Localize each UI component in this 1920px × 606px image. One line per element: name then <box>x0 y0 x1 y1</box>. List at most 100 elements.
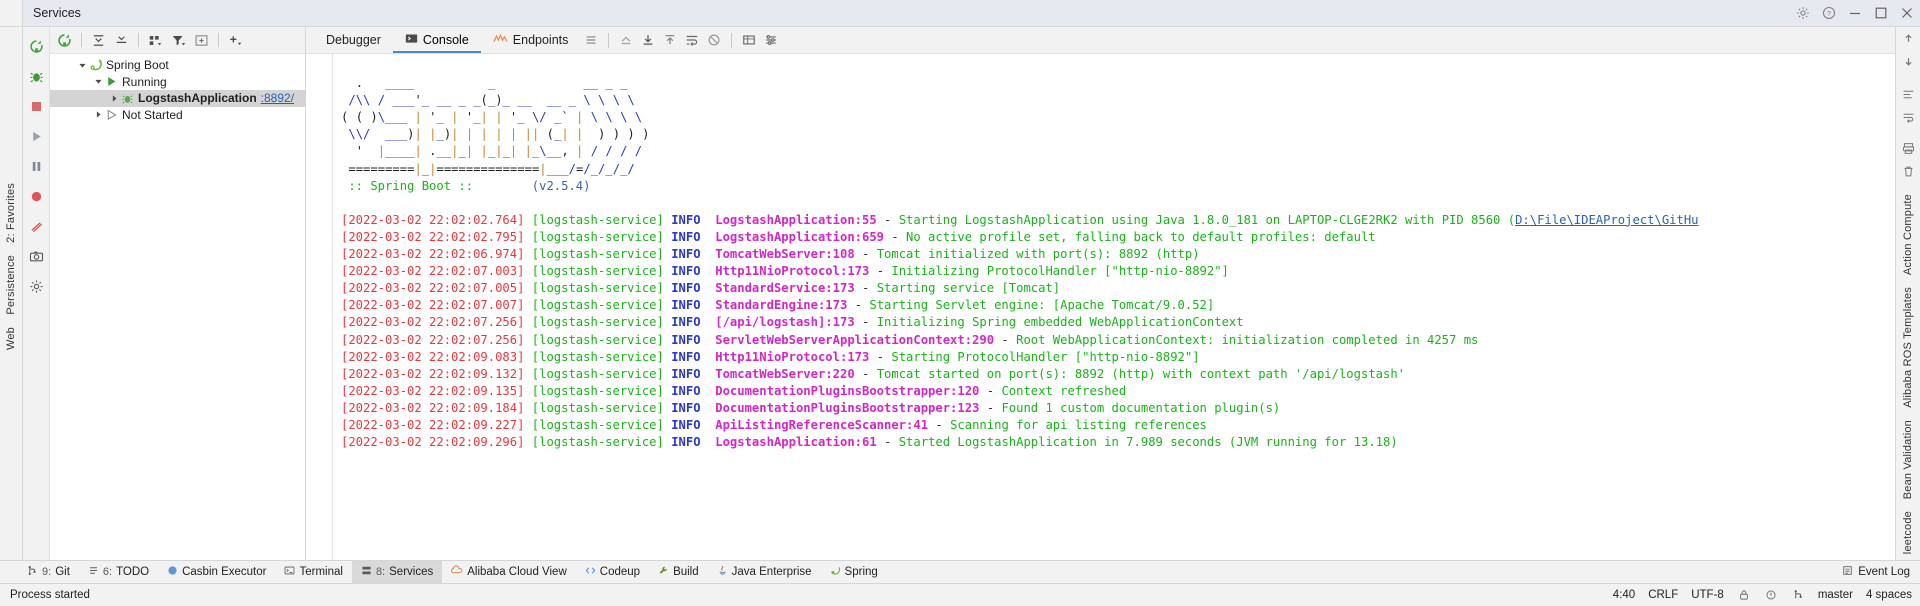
sidebar-item-action-compute[interactable]: Action Compute <box>1902 188 1914 281</box>
bottom-tab-alibaba-cloud-view[interactable]: Alibaba Cloud View <box>442 561 576 583</box>
status-bar-right: 4:40 CRLF UTF-8 master 4 spaces <box>1613 588 1912 602</box>
maximize-icon[interactable] <box>1873 6 1888 21</box>
event-log-button[interactable]: Event Log <box>1842 565 1910 579</box>
filter-icon[interactable] <box>168 30 189 50</box>
cancel-icon[interactable] <box>703 29 725 51</box>
tree-node-port-link[interactable]: :8892/ <box>261 91 294 105</box>
todo-icon <box>88 565 99 579</box>
layout-icon[interactable] <box>580 29 602 51</box>
chevron-down-icon[interactable] <box>76 61 88 70</box>
layout-icon[interactable] <box>1900 88 1916 101</box>
console-scroll[interactable]: . ____ _ __ _ _ /\\ / ___'_ __ _ _(_)_ _… <box>333 54 1895 560</box>
sidebar-item-persistence[interactable]: Persistence <box>0 249 22 321</box>
sidebar-item-bean-validation[interactable]: Bean Validation <box>1902 414 1914 505</box>
chevron-right-icon[interactable] <box>108 94 120 103</box>
bottom-tab-casbin-executor[interactable]: Casbin Executor <box>158 561 275 583</box>
expand-all-icon[interactable] <box>88 30 109 50</box>
pause-icon[interactable] <box>27 157 45 175</box>
sidebar-item-web[interactable]: Web <box>0 321 22 356</box>
services-toolbar <box>50 27 305 54</box>
debug-icon[interactable] <box>27 67 45 85</box>
camera-icon[interactable] <box>27 247 45 265</box>
resume-icon[interactable] <box>27 127 45 145</box>
console-tab-bar: Debugger Console Endpoints <box>306 27 1895 54</box>
scroll-up-icon[interactable] <box>659 29 681 51</box>
help-icon[interactable]: ? <box>1821 6 1836 21</box>
file-encoding[interactable]: UTF-8 <box>1691 589 1724 601</box>
not-started-icon <box>104 108 119 121</box>
tree-node-spring-boot[interactable]: Spring Boot <box>50 57 305 74</box>
scroll-down-icon[interactable] <box>637 29 659 51</box>
chevron-right-icon[interactable] <box>92 110 104 119</box>
inspection-icon[interactable] <box>1764 588 1778 602</box>
add-icon[interactable] <box>225 30 246 50</box>
tree-node-running[interactable]: Running <box>50 74 305 91</box>
bottom-tab-spring[interactable]: Spring <box>821 561 887 583</box>
rerun-icon[interactable] <box>54 30 75 50</box>
spring-icon <box>830 565 841 579</box>
tree-node-logstash-application[interactable]: LogstashApplication :8892/ <box>50 90 305 107</box>
run-actions-toolbar <box>23 27 50 560</box>
persistence-label: Persistence <box>5 254 17 315</box>
collapse-all-icon[interactable] <box>111 30 132 50</box>
services-title-bar: Services ? <box>0 0 1920 27</box>
sidebar-item-alibaba-ros-templates[interactable]: Alibaba ROS Templates <box>1902 281 1914 414</box>
bottom-tab-java-enterprise[interactable]: Java Enterprise <box>708 561 821 583</box>
tab-label: Git <box>55 566 70 578</box>
soft-wrap-icon[interactable] <box>681 29 703 51</box>
run-icon <box>104 75 119 88</box>
services-icon <box>361 565 372 579</box>
right-tool-strip: Action Compute Alibaba ROS Templates Bea… <box>1895 27 1920 560</box>
lock-icon[interactable] <box>1737 588 1751 602</box>
favorites-label: 2: Favorites <box>5 183 17 243</box>
bottom-tab-services[interactable]: 8: Services <box>351 561 443 583</box>
tab-debugger[interactable]: Debugger <box>314 27 393 53</box>
tree-node-label: Spring Boot <box>106 58 169 73</box>
event-log-label: Event Log <box>1858 566 1910 578</box>
collapse-down-icon[interactable] <box>1900 55 1916 68</box>
line-separator[interactable]: CRLF <box>1648 589 1678 601</box>
caret-position[interactable]: 4:40 <box>1613 589 1635 601</box>
collapse-up-icon[interactable] <box>1900 32 1916 45</box>
tab-label: Java Enterprise <box>731 566 812 578</box>
bottom-tab-terminal[interactable]: Terminal <box>275 561 351 583</box>
bottom-tab-build[interactable]: Build <box>649 561 708 583</box>
chevron-down-icon[interactable] <box>92 77 104 86</box>
record-icon[interactable] <box>27 187 45 205</box>
git-branch[interactable]: master <box>1818 589 1853 601</box>
bottom-tab-git[interactable]: 9: Git <box>18 561 79 583</box>
branch-icon[interactable] <box>1791 588 1805 602</box>
print-icon[interactable] <box>1900 142 1916 155</box>
tab-endpoints[interactable]: Endpoints <box>481 27 581 53</box>
group-by-icon[interactable] <box>145 30 166 50</box>
table-icon[interactable] <box>738 29 760 51</box>
add-tab-icon[interactable] <box>191 30 212 50</box>
sidebar-item-favorites[interactable]: 2: Favorites <box>0 177 22 249</box>
settings-icon[interactable] <box>1795 6 1810 21</box>
services-tree: Spring Boot Running LogstashApplication … <box>50 54 305 560</box>
settings-icon[interactable] <box>760 29 782 51</box>
bottom-tab-codeup[interactable]: Codeup <box>576 561 649 583</box>
bottom-tab-todo[interactable]: 6: TODO <box>79 561 158 583</box>
settings-icon[interactable] <box>27 277 45 295</box>
sidebar-item-leetcode[interactable]: leetcode <box>1902 505 1914 560</box>
minimize-icon[interactable] <box>1847 6 1862 21</box>
close-icon[interactable] <box>1899 6 1914 21</box>
spring-app-icon <box>120 92 135 105</box>
build-icon <box>658 565 669 579</box>
stop-icon[interactable] <box>27 97 45 115</box>
tab-label: Alibaba Cloud View <box>467 566 567 578</box>
web-label: Web <box>5 326 17 350</box>
tool-window-tabs: 9: Git 6: TODO Casbin Executor Terminal … <box>0 560 1920 583</box>
tab-label: Endpoints <box>512 33 569 47</box>
indent-setting[interactable]: 4 spaces <box>1866 589 1912 601</box>
tab-console[interactable]: Console <box>393 27 481 53</box>
step-out-icon[interactable] <box>615 29 637 51</box>
trash-icon[interactable] <box>1900 165 1916 178</box>
strikethrough-icon[interactable] <box>27 217 45 235</box>
rerun-icon[interactable] <box>27 37 45 55</box>
tree-node-not-started[interactable]: Not Started <box>50 107 305 124</box>
tab-shortcut: 8: <box>375 566 386 578</box>
soft-wrap-icon[interactable] <box>1900 111 1916 124</box>
svg-text:?: ? <box>1826 9 1830 18</box>
